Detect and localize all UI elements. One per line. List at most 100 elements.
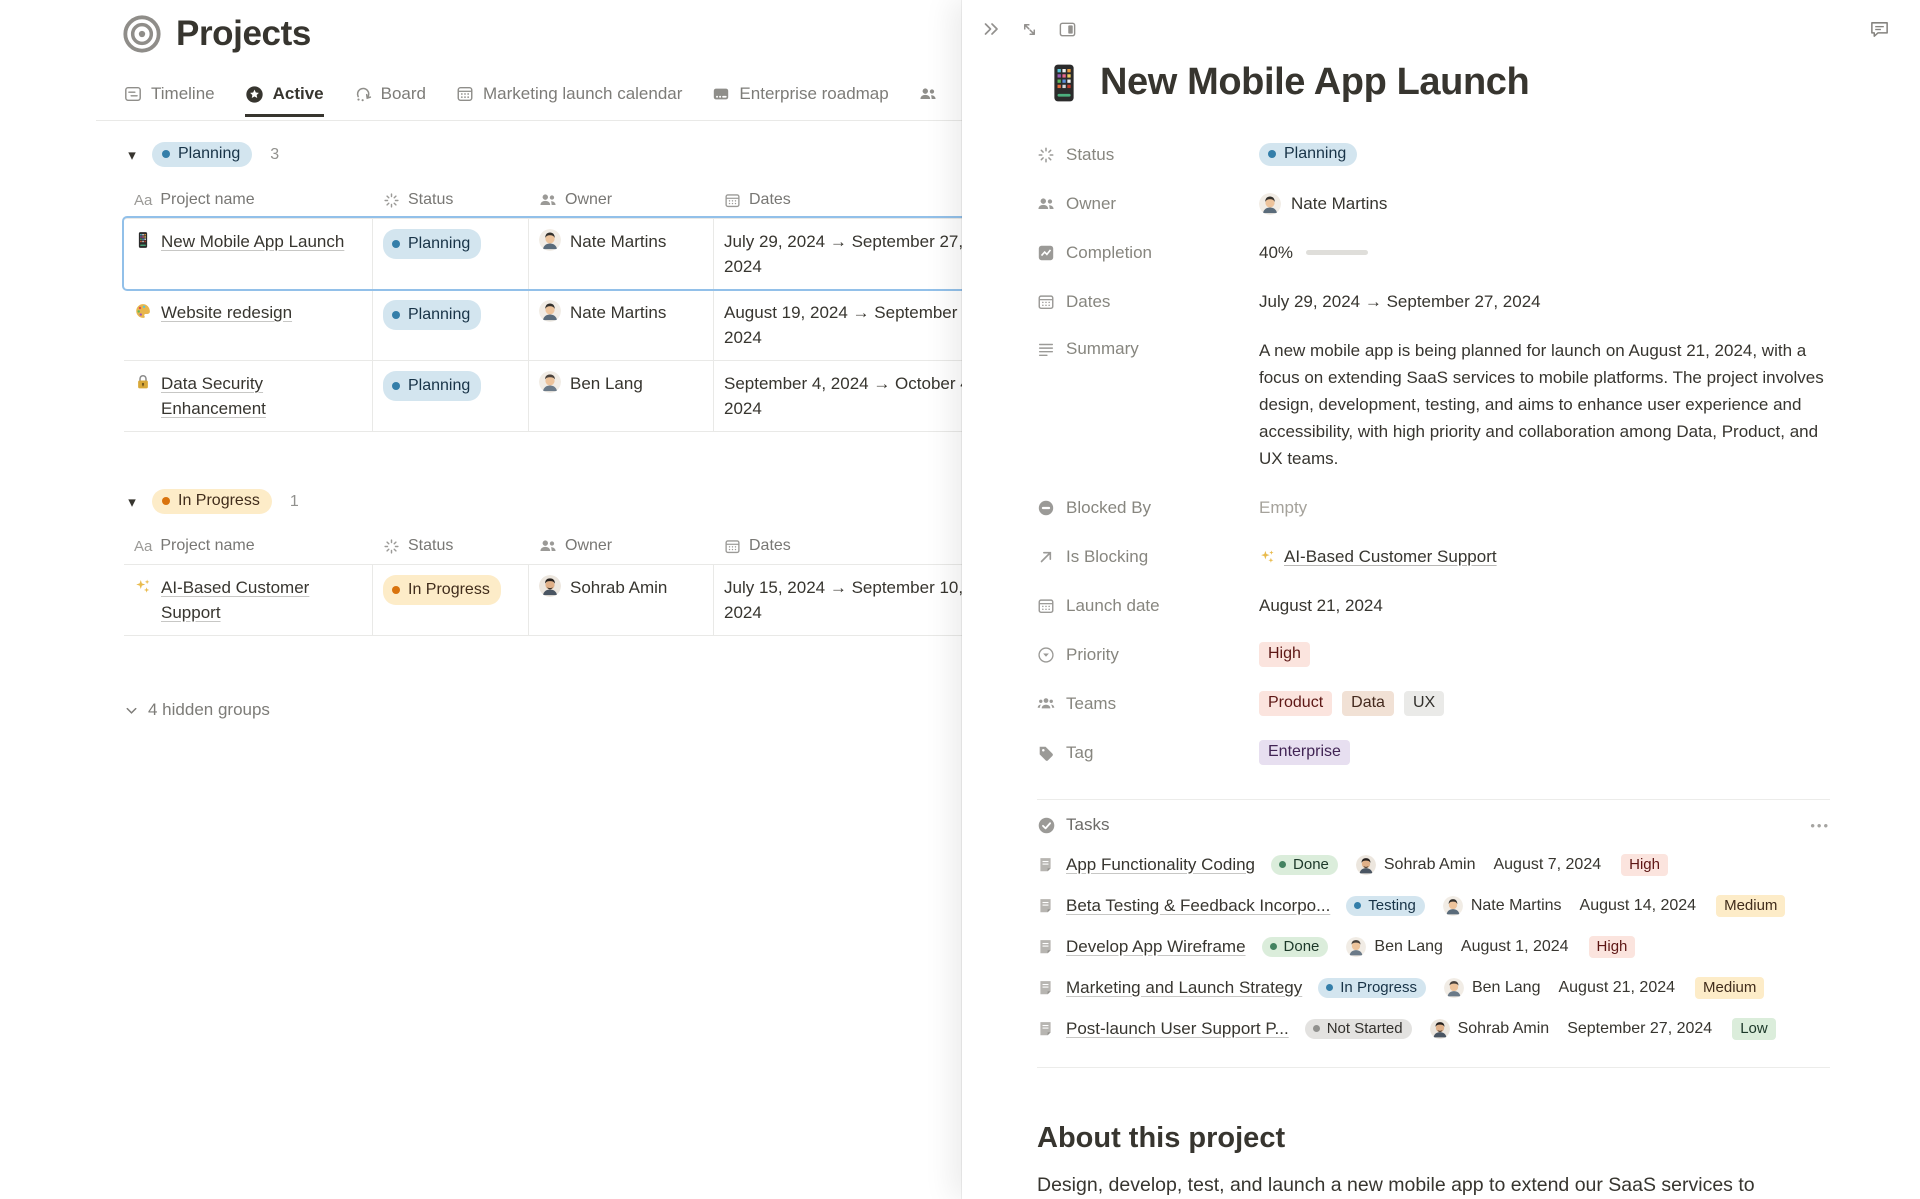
owner-name: Nate Martins (570, 300, 666, 325)
task-row[interactable]: Post-launch User Support P... Not Starte… (1037, 1008, 1830, 1049)
task-title-link[interactable]: App Functionality Coding (1066, 855, 1255, 875)
side-peek-layout-button[interactable] (1055, 17, 1079, 41)
tab-enterprise-roadmap[interactable]: Enterprise roadmap (712, 84, 888, 117)
table-row[interactable]: AI-Based Customer Support In Progress So… (124, 564, 1016, 635)
property-owner[interactable]: Owner Nate Martins (1037, 179, 1830, 228)
owner-cell[interactable]: Nate Martins (529, 219, 714, 289)
database-icon (712, 85, 730, 103)
target-page-icon[interactable] (122, 14, 162, 54)
task-page-icon (1037, 938, 1054, 955)
project-name-link[interactable]: New Mobile App Launch (161, 229, 344, 254)
mobile-phone-icon[interactable] (1043, 62, 1085, 104)
property-label: Tag (1066, 743, 1093, 763)
group-count: 3 (270, 146, 279, 164)
collapse-triangle-icon[interactable]: ▾ (124, 146, 140, 164)
tab-timeline[interactable]: Timeline (124, 84, 215, 117)
owner-cell[interactable]: Ben Lang (529, 361, 714, 431)
property-dates[interactable]: Dates July 29, 2024 → September 27, 2024 (1037, 277, 1830, 326)
more-options-button[interactable]: ••• (1810, 818, 1830, 833)
project-name-link[interactable]: Website redesign (161, 300, 292, 325)
property-priority[interactable]: Priority High (1037, 630, 1830, 679)
status-dot (162, 150, 170, 158)
task-row[interactable]: Marketing and Launch Strategy In Progres… (1037, 967, 1830, 1008)
column-header-name[interactable]: Aa Project name (124, 182, 373, 218)
status-cell[interactable]: Planning (373, 290, 529, 360)
column-label: Status (408, 191, 453, 209)
assignee-name: Ben Lang (1472, 979, 1541, 997)
column-header-status[interactable]: Status (373, 528, 529, 564)
avatar (1444, 978, 1464, 998)
column-header-name[interactable]: Aa Project name (124, 528, 373, 564)
property-is-blocking[interactable]: Is Blocking AI-Based Customer Support (1037, 532, 1830, 581)
related-project-link[interactable]: AI-Based Customer Support (1259, 547, 1497, 567)
status-cell[interactable]: Planning (373, 361, 529, 431)
table-row[interactable]: Website redesign Planning Nate Martins A… (124, 289, 1016, 360)
task-date: August 1, 2024 (1461, 938, 1569, 956)
task-page-icon (1037, 856, 1054, 873)
page-header: Projects (122, 14, 311, 54)
property-label: Priority (1066, 645, 1119, 665)
task-date: August 21, 2024 (1558, 979, 1675, 997)
task-title-link[interactable]: Post-launch User Support P... (1066, 1019, 1289, 1039)
status-dot (392, 240, 400, 248)
task-assignee: Sohrab Amin (1430, 1019, 1550, 1039)
tab-marketing-launch-calendar[interactable]: Marketing launch calendar (456, 84, 682, 117)
assignee-name: Nate Martins (1471, 897, 1562, 915)
planning-table: Aa Project name Status Owner (124, 182, 1016, 432)
tab-active[interactable]: Active (245, 84, 324, 117)
project-name-cell[interactable]: Data Security Enhancement (124, 361, 373, 431)
tasks-title: Tasks (1066, 815, 1109, 835)
task-title-link[interactable]: Beta Testing & Feedback Incorpo... (1066, 896, 1330, 916)
task-title-link[interactable]: Develop App Wireframe (1066, 937, 1246, 957)
owner-cell[interactable]: Nate Martins (529, 290, 714, 360)
owner-name: Nate Martins (570, 229, 666, 254)
property-launch-date[interactable]: Launch date August 21, 2024 (1037, 581, 1830, 630)
task-row[interactable]: App Functionality Coding Done Sohrab Ami… (1037, 844, 1830, 885)
tab-label: Timeline (151, 84, 215, 104)
project-name-link[interactable]: AI-Based Customer Support (161, 575, 362, 625)
task-title-link[interactable]: Marketing and Launch Strategy (1066, 978, 1302, 998)
task-row[interactable]: Beta Testing & Feedback Incorpo... Testi… (1037, 885, 1830, 926)
status-cell[interactable]: In Progress (373, 565, 529, 635)
tab-label: Board (381, 84, 426, 104)
column-header-owner[interactable]: Owner (529, 182, 714, 218)
project-name-cell[interactable]: Website redesign (124, 290, 373, 360)
tabs-divider (96, 120, 964, 121)
column-label: Owner (565, 537, 612, 555)
property-completion[interactable]: Completion 40% (1037, 228, 1830, 277)
task-priority-tag: Medium (1695, 977, 1764, 999)
owner-cell[interactable]: Sohrab Amin (529, 565, 714, 635)
project-name-cell[interactable]: New Mobile App Launch (124, 219, 373, 289)
project-peek-panel: New Mobile App Launch Status Planning (962, 0, 1920, 1199)
task-assignee: Nate Martins (1443, 896, 1562, 916)
property-status[interactable]: Status Planning (1037, 130, 1830, 179)
property-blocked-by[interactable]: Blocked By Empty (1037, 483, 1830, 532)
table-row[interactable]: Data Security Enhancement Planning Ben L… (124, 360, 1016, 431)
comments-button[interactable] (1867, 17, 1891, 41)
task-row[interactable]: Develop App Wireframe Done Ben Lang Augu… (1037, 926, 1830, 967)
column-header-owner[interactable]: Owner (529, 528, 714, 564)
property-label: Completion (1066, 243, 1152, 263)
view-tabs: Timeline Active Board (124, 84, 937, 117)
expand-page-button[interactable] (1017, 17, 1041, 41)
tab-board[interactable]: Board (354, 84, 426, 117)
property-teams[interactable]: Teams Product Data UX (1037, 679, 1830, 728)
property-tag[interactable]: Tag Enterprise (1037, 728, 1830, 777)
property-summary[interactable]: Summary A new mobile app is being planne… (1037, 326, 1830, 483)
table-row[interactable]: New Mobile App Launch Planning Nate Mart… (124, 218, 1016, 289)
tab-hidden-partial[interactable] (919, 84, 937, 117)
group-pill-planning[interactable]: Planning (152, 142, 252, 167)
dates-value: July 29, 2024 → September 27, 2024 (1259, 292, 1541, 312)
summary-text: A new mobile app is being planned for la… (1259, 337, 1830, 472)
close-peek-button[interactable] (979, 17, 1003, 41)
group-pill-in-progress[interactable]: In Progress (152, 489, 272, 514)
status-cell[interactable]: Planning (373, 219, 529, 289)
project-name-cell[interactable]: AI-Based Customer Support (124, 565, 373, 635)
collapse-triangle-icon[interactable]: ▾ (124, 493, 140, 511)
hidden-groups-toggle[interactable]: 4 hidden groups (124, 700, 270, 720)
project-name-link[interactable]: Data Security Enhancement (161, 371, 362, 421)
task-priority-tag: Low (1732, 1018, 1776, 1040)
page-title[interactable]: New Mobile App Launch (1100, 61, 1529, 104)
column-header-status[interactable]: Status (373, 182, 529, 218)
about-heading: About this project (1037, 1122, 1830, 1155)
